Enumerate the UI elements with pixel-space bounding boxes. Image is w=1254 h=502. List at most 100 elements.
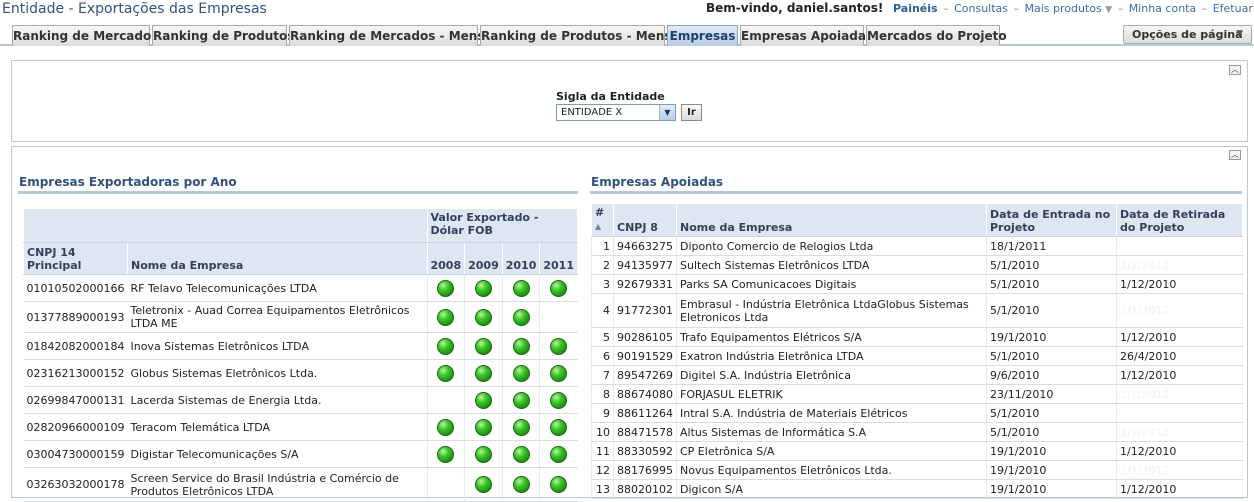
cnpj-cell: 88330592	[613, 441, 677, 461]
tab-bar: Ranking de Mercados Ranking de Produtos …	[0, 24, 1254, 46]
row-index-cell: 5	[591, 327, 614, 347]
company-name-cell: Novus Equipamentos Eletrônicos Ltda.	[676, 460, 987, 480]
col-year[interactable]: 2010	[501, 242, 541, 275]
exit-date-cell: 1/12/2010	[1116, 274, 1243, 294]
col-cnpj14[interactable]: CNPJ 14 Principal	[23, 242, 128, 275]
year-cell	[426, 301, 465, 333]
cnpj-cell: 90191529	[613, 346, 677, 366]
table-row: 01842082000184 Inova Sistemas Eletrônicos…	[23, 332, 578, 360]
green-status-icon	[474, 364, 492, 382]
cnpj-cell: 90286105	[613, 327, 677, 347]
row-index-cell: 9	[591, 403, 614, 423]
col-cnpj8[interactable]: CNPJ 8	[613, 203, 677, 237]
year-cell	[539, 332, 578, 360]
table-row: 5 90286105 Trafo Equipamentos Elétricos S/…	[591, 327, 1243, 347]
sort-asc-icon[interactable]: ▲	[595, 222, 601, 231]
green-status-icon	[512, 308, 530, 326]
cnpj-cell: 01377889000193	[23, 301, 128, 333]
separator: –	[943, 2, 949, 15]
row-index-cell: 13	[591, 479, 614, 499]
year-cell	[539, 274, 578, 302]
collapse-icon[interactable]: ︿	[1229, 150, 1241, 160]
chevron-down-icon: ▼	[1236, 29, 1243, 39]
tab-empresas-apoiadas[interactable]: Empresas Apoiadas	[740, 25, 873, 46]
company-name-cell: Teletronix - Auad Correa Equipamentos El…	[127, 301, 427, 333]
entity-select-value: ENTIDADE X	[561, 107, 623, 118]
chevron-down-icon[interactable]: ▼	[659, 105, 675, 120]
supported-companies-table: # ▲ CNPJ 8 Nome da Empresa Data de Entra…	[591, 203, 1243, 499]
year-cell	[501, 301, 540, 333]
green-status-icon	[474, 308, 492, 326]
green-status-icon	[474, 476, 492, 493]
green-status-icon	[437, 308, 455, 326]
exit-date-cell: 1/1/2012	[1116, 422, 1243, 442]
year-cell	[426, 274, 465, 302]
cnpj-cell: 02316213000152	[23, 359, 128, 387]
exit-date-cell: 1/12/2010	[1116, 327, 1243, 347]
entry-date-cell: 5/1/2010	[986, 403, 1117, 423]
entry-date-cell: 19/1/2010	[986, 327, 1117, 347]
cnpj-cell: 01010502000166	[23, 274, 128, 302]
app-title: Entidade - Exportações das Empresas	[2, 1, 267, 17]
entry-date-cell: 5/1/2010	[986, 274, 1117, 294]
cnpj-cell: 02699847000131	[23, 386, 128, 414]
green-status-icon	[512, 337, 530, 355]
row-index-cell: 4	[591, 293, 614, 328]
exit-date-cell: 1/12/2010	[1116, 365, 1243, 385]
col-nome-empresa[interactable]: Nome da Empresa	[126, 242, 428, 275]
col-data-entrada[interactable]: Data de Entrada no Projeto	[986, 203, 1117, 237]
exit-date-cell: 26/4/2010	[1116, 346, 1243, 366]
link-mais-produtos[interactable]: Mais produtos	[1025, 2, 1102, 15]
main-panel: ︿ Empresas Exportadoras por Ano Empresas…	[11, 146, 1248, 502]
col-nome-empresa[interactable]: Nome da Empresa	[676, 203, 987, 237]
year-cell	[501, 386, 540, 414]
table-row: 03263032000178 Screen Service do Brasil I…	[23, 467, 578, 502]
tab-ranking-mercados-mensal[interactable]: Ranking de Mercados - Mensal	[289, 25, 497, 46]
green-status-icon	[512, 418, 530, 436]
year-cell	[501, 332, 540, 360]
link-paineis[interactable]: Painéis	[893, 2, 938, 15]
green-status-icon	[474, 279, 492, 297]
tab-mercados-projeto[interactable]: Mercados do Projeto	[866, 25, 1007, 46]
cnpj-cell: 94135977	[613, 255, 677, 275]
go-button[interactable]: Ir	[681, 104, 702, 121]
table-row: 6 90191529 Exatron Indústria Eletrônica LT…	[591, 346, 1243, 366]
tab-ranking-produtos[interactable]: Ranking de Produtos	[152, 25, 294, 46]
row-index-cell: 3	[591, 274, 614, 294]
col-data-retirada[interactable]: Data de Retirada do Projeto	[1116, 203, 1243, 237]
col-index[interactable]: # ▲	[591, 203, 614, 237]
table-row: 11 88330592 CP Eletrônica S/A 19/1/2010 1/12…	[591, 441, 1243, 461]
col-year[interactable]: 2011	[539, 242, 578, 275]
table-row: 4 91772301 Embrasul - Indústria Eletrônica…	[591, 293, 1243, 328]
collapse-icon[interactable]: ︿	[1229, 65, 1241, 75]
chevron-down-icon[interactable]: ▼	[1105, 5, 1112, 15]
link-logout[interactable]: Efetuar logout	[1213, 2, 1254, 15]
company-name-cell: Sultech Sistemas Eletrônicos LTDA	[676, 255, 987, 275]
page-options-button[interactable]: Opções de página ▼	[1123, 25, 1252, 44]
tab-ranking-mercados[interactable]: Ranking de Mercados	[12, 25, 158, 46]
entity-select[interactable]: ENTIDADE X ▼	[556, 104, 676, 121]
link-minha-conta[interactable]: Minha conta	[1129, 2, 1197, 15]
separator: –	[1201, 2, 1208, 15]
table-row: 2 94135977 Sultech Sistemas Eletrônicos LT…	[591, 255, 1243, 275]
global-links: Painéis – Consultas – Mais produtos ▼ – …	[893, 2, 1254, 15]
col-year[interactable]: 2008	[426, 242, 466, 275]
tab-empresas[interactable]: Empresas	[667, 25, 738, 46]
row-index-cell: 10	[591, 422, 614, 442]
year-cell	[426, 440, 465, 468]
year-cell	[539, 386, 578, 414]
cnpj-cell: 88674080	[613, 384, 677, 404]
exit-date-cell: 1/1/2012	[1116, 384, 1243, 404]
table-row: 01010502000166 RF Telavo Telecomunicações…	[23, 274, 578, 302]
green-status-icon	[437, 418, 455, 436]
company-name-cell: Lacerda Sistemas de Energia Ltda.	[127, 386, 427, 414]
link-consultas[interactable]: Consultas	[954, 2, 1008, 15]
green-status-icon	[474, 445, 492, 463]
year-cell	[539, 359, 578, 387]
year-cell	[539, 440, 578, 468]
col-year[interactable]: 2009	[464, 242, 503, 275]
company-name-cell: Diponto Comercio de Relogios Ltda	[676, 236, 987, 256]
tab-ranking-produtos-mensal[interactable]: Ranking de Produtos - Mensal	[480, 25, 684, 46]
cnpj-cell: 91772301	[613, 293, 677, 328]
company-name-cell: Intral S.A. Indústria de Materiais Elétr…	[676, 403, 987, 423]
